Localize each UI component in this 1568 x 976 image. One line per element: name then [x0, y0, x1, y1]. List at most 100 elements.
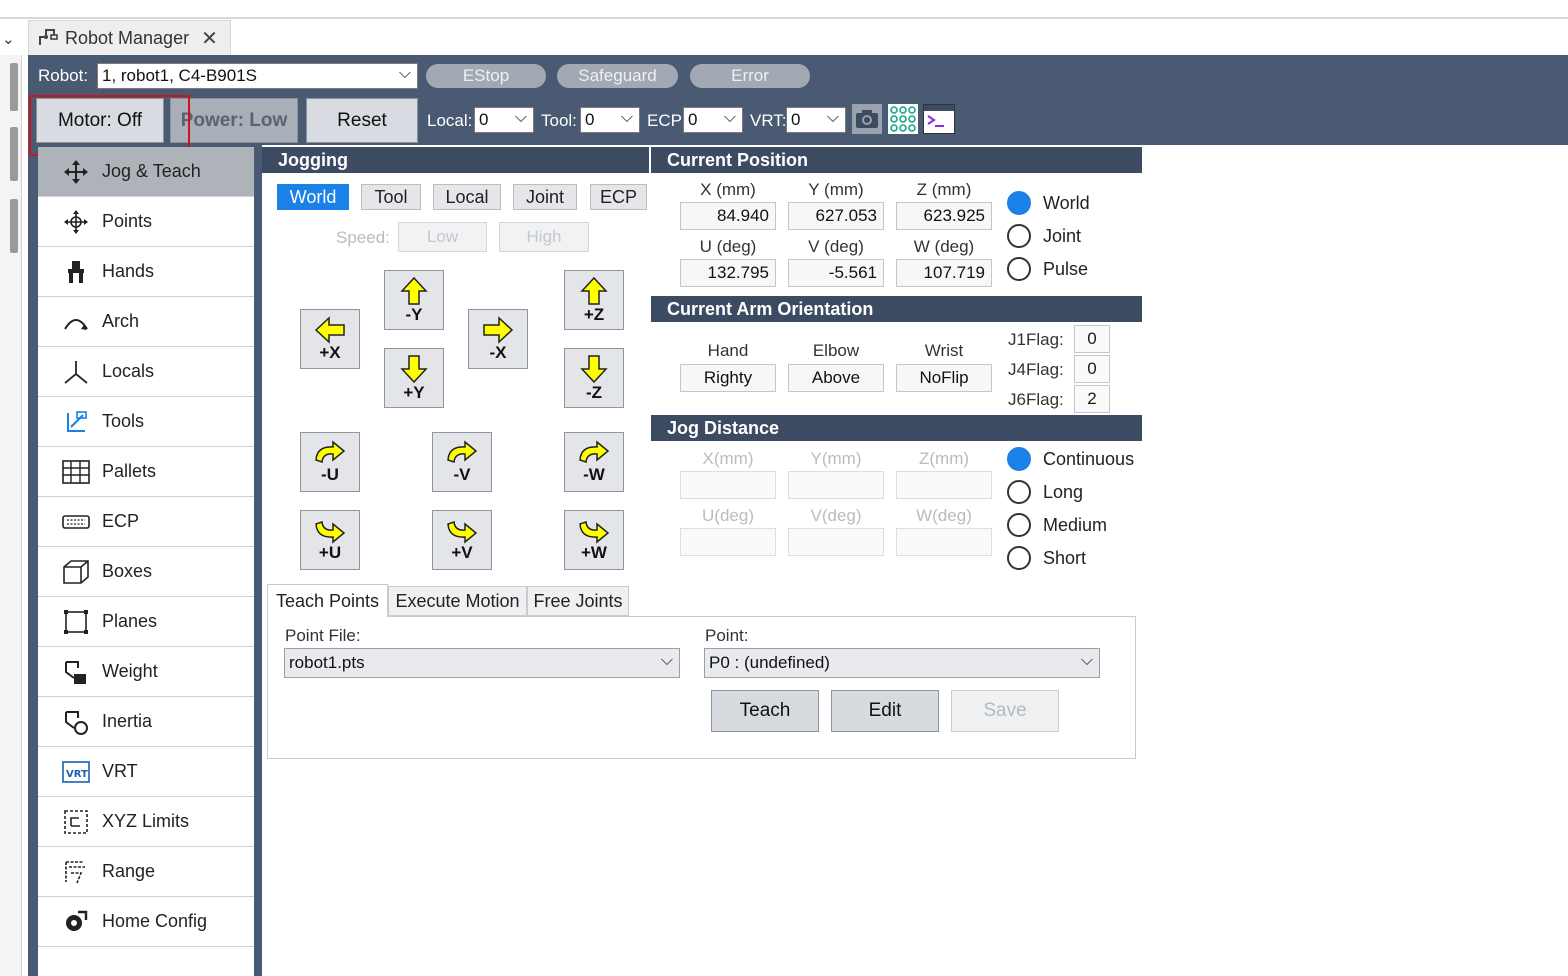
sidebar-item-boxes[interactable]: Boxes [38, 547, 254, 597]
sidebar-item-arch[interactable]: Arch [38, 297, 254, 347]
dock-handle[interactable] [10, 199, 18, 253]
rotate-cw-icon [447, 440, 478, 464]
sidebar-item-label: Tools [102, 411, 145, 431]
dist-short-radio[interactable]: Short [1007, 546, 1086, 570]
radio-icon [1007, 257, 1031, 281]
sidebar-item-locals[interactable]: Locals [38, 347, 254, 397]
dist-x-input[interactable] [680, 471, 776, 499]
wrist-label: Wrist [924, 341, 964, 360]
console-icon[interactable] [923, 104, 955, 134]
point-file-label: Point File: [285, 626, 361, 645]
radio-label: World [1043, 192, 1090, 213]
sidebar-item-pallets[interactable]: Pallets [38, 447, 254, 497]
rotate-ccw-icon [579, 520, 610, 544]
vrt-select[interactable]: 0 ⌵ [786, 107, 846, 133]
jog-plus-y-button[interactable]: +Y [384, 348, 444, 408]
dist-continuous-radio[interactable]: Continuous [1007, 447, 1134, 471]
jog-plus-w-button[interactable]: +W [564, 510, 624, 570]
close-icon[interactable]: ✕ [201, 26, 218, 51]
frame-world-button[interactable]: World [277, 184, 349, 210]
sidebar-item-planes[interactable]: Planes [38, 597, 254, 647]
weight-icon [62, 658, 90, 686]
tool-select[interactable]: 0 ⌵ [580, 107, 640, 133]
jog-minus-w-button[interactable]: -W [564, 432, 624, 492]
save-button[interactable]: Save [951, 690, 1059, 732]
chevron-down-icon[interactable]: ⌄ [2, 30, 15, 48]
point-grid-icon[interactable] [888, 104, 918, 134]
pos-mode-joint-radio[interactable]: Joint [1007, 224, 1081, 248]
jog-label: -Y [405, 305, 423, 324]
dist-u-input[interactable] [680, 528, 776, 556]
dist-medium-radio[interactable]: Medium [1007, 513, 1107, 537]
hand-icon [62, 258, 90, 286]
jog-minus-z-button[interactable]: -Z [564, 348, 624, 408]
jog-minus-u-button[interactable]: -U [300, 432, 360, 492]
tab-robot-manager[interactable]: Robot Manager ✕ [28, 20, 231, 55]
arch-icon [62, 308, 90, 336]
jog-minus-y-button[interactable]: -Y [384, 270, 444, 330]
teach-button[interactable]: Teach [711, 690, 819, 732]
tab-teach-points[interactable]: Teach Points [267, 584, 388, 617]
jog-minus-x-button[interactable]: -X [468, 309, 528, 369]
frame-tool-button[interactable]: Tool [361, 184, 421, 210]
local-select[interactable]: 0 ⌵ [474, 107, 534, 133]
sidebar-item-vrt[interactable]: VRT VRT [38, 747, 254, 797]
locals-axes-icon [62, 358, 90, 386]
pos-x-label: X (mm) [700, 180, 756, 199]
sidebar-item-jog-teach[interactable]: Jog & Teach [38, 147, 254, 197]
sidebar-item-range[interactable]: Range [38, 847, 254, 897]
sidebar-item-hands[interactable]: Hands [38, 247, 254, 297]
camera-icon[interactable] [852, 104, 882, 134]
point-file-select[interactable]: robot1.pts ⌵ [284, 648, 680, 678]
pos-mode-world-radio[interactable]: World [1007, 191, 1090, 215]
robot-select-value: 1, robot1, C4-B901S [102, 66, 257, 85]
dock-handle[interactable] [10, 127, 18, 181]
dist-long-radio[interactable]: Long [1007, 480, 1083, 504]
jog-plus-x-button[interactable]: +X [300, 309, 360, 369]
radio-label: Short [1043, 547, 1087, 568]
chevron-down-icon: ⌵ [514, 109, 527, 126]
robot-label: Robot: [38, 66, 89, 85]
arrow-down-icon [580, 355, 608, 384]
tab-free-joints[interactable]: Free Joints [527, 586, 629, 616]
point-value: P0 : (undefined) [709, 653, 830, 672]
pallet-grid-icon [62, 458, 90, 486]
jog-plus-z-button[interactable]: +Z [564, 270, 624, 330]
sidebar-item-inertia[interactable]: Inertia [38, 697, 254, 747]
frame-joint-button[interactable]: Joint [513, 184, 577, 210]
frame-ecp-button[interactable]: ECP [590, 184, 647, 210]
sidebar-item-home-config[interactable]: Home Config [38, 897, 254, 947]
sidebar-item-weight[interactable]: Weight [38, 647, 254, 697]
sidebar-item-points[interactable]: Points [38, 197, 254, 247]
pos-y-label: Y (mm) [808, 180, 864, 199]
reset-button[interactable]: Reset [306, 98, 418, 143]
xyz-limits-icon [62, 808, 90, 836]
dist-u-label: U(deg) [702, 506, 754, 525]
pos-mode-pulse-radio[interactable]: Pulse [1007, 257, 1088, 281]
sidebar-item-xyz-limits[interactable]: XYZ Limits [38, 797, 254, 847]
dist-z-input[interactable] [896, 471, 992, 499]
dist-w-input[interactable] [896, 528, 992, 556]
jog-plus-u-button[interactable]: +U [300, 510, 360, 570]
edit-button[interactable]: Edit [831, 690, 939, 732]
jog-distance-header: Jog Distance [651, 415, 1142, 441]
speed-low-button[interactable]: Low [398, 222, 487, 252]
sidebar-item-ecp[interactable]: ECP [38, 497, 254, 547]
jog-label: -U [321, 465, 339, 484]
speed-high-button[interactable]: High [499, 222, 589, 252]
frame-local-button[interactable]: Local [433, 184, 501, 210]
tab-execute-motion[interactable]: Execute Motion [388, 586, 527, 616]
sidebar-item-tools[interactable]: Tools [38, 397, 254, 447]
dock-handle[interactable] [10, 63, 18, 111]
jog-plus-v-button[interactable]: +V [432, 510, 492, 570]
sidebar-splitter[interactable] [254, 147, 262, 976]
ecp-select[interactable]: 0 ⌵ [683, 107, 743, 133]
point-select[interactable]: P0 : (undefined) ⌵ [704, 648, 1100, 678]
jog-minus-v-button[interactable]: -V [432, 432, 492, 492]
dist-v-input[interactable] [788, 528, 884, 556]
dist-y-input[interactable] [788, 471, 884, 499]
sidebar-item-label: Pallets [102, 461, 157, 481]
ecp-value: 0 [688, 110, 698, 129]
robot-select[interactable]: 1, robot1, C4-B901S ⌵ [97, 63, 418, 89]
vrt-label: VRT: [750, 111, 787, 130]
